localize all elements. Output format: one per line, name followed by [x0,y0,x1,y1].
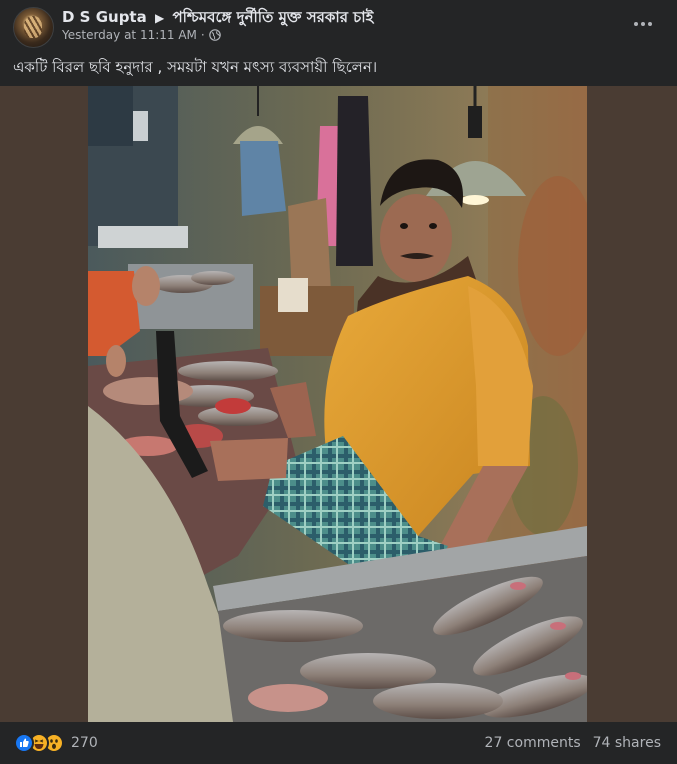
engagement-stats: 27 comments 74 shares [485,735,661,751]
reactions-summary[interactable]: 270 [14,733,98,753]
post-meta: Yesterday at 11:11 AM · [62,28,221,42]
author-avatar[interactable] [13,7,54,48]
like-icon [14,733,34,753]
more-dot-icon [634,22,638,26]
post-timestamp[interactable]: Yesterday at 11:11 AM [62,28,197,42]
post-footer: 270 27 comments 74 shares [0,722,677,764]
post-photo[interactable] [88,86,587,722]
fish-market-photo [88,86,587,722]
post-caption: একটি বিরল ছবি হনুদার , সময়টা যখন মৎস্য … [13,58,378,76]
author-name[interactable]: D S Gupta [62,8,147,26]
post-header: D S Gupta ▶ পশ্চিমবঙ্গে দুর্নীতি মুক্ত স… [0,0,677,52]
more-dot-icon [641,22,645,26]
comments-count-link[interactable]: 27 comments [485,735,581,751]
more-dot-icon [648,22,652,26]
reaction-count: 270 [71,735,98,751]
play-arrow-icon: ▶ [154,11,165,25]
more-options-button[interactable] [629,14,657,34]
group-name[interactable]: পশ্চিমবঙ্গে দুর্নীতি মুক্ত সরকার চাই [172,8,373,26]
shares-count-link[interactable]: 74 shares [593,735,661,751]
photo-frame [0,86,677,722]
meta-separator: · [200,28,205,42]
globe-icon [208,29,221,41]
